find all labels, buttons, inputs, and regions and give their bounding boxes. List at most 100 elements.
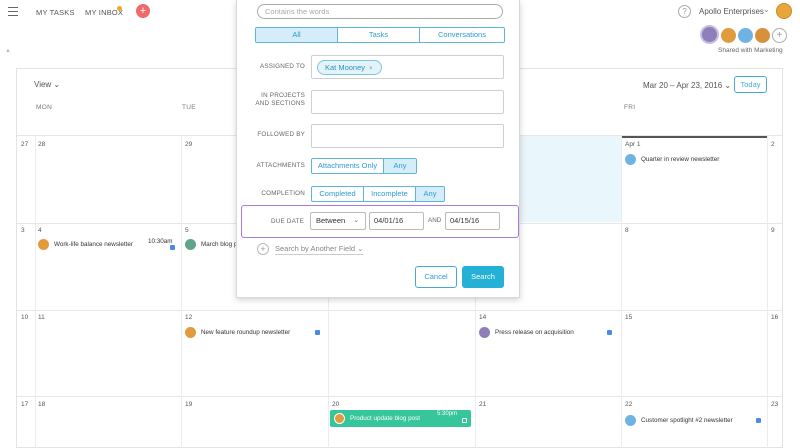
- due-date-label: DUE DATE: [271, 218, 304, 225]
- member-avatar[interactable]: [700, 25, 719, 44]
- tab-tasks[interactable]: Tasks: [338, 28, 420, 42]
- event-checkbox-icon[interactable]: [607, 330, 612, 335]
- tab-conversations[interactable]: Conversations: [420, 28, 504, 42]
- event-title: New feature roundup newsletter: [201, 328, 291, 336]
- calendar-event[interactable]: Customer spotlight #2 newsletter: [625, 413, 733, 427]
- column-divider: [767, 135, 768, 448]
- day-number: Apr 1: [625, 141, 641, 148]
- assigned-to-label: ASSIGNED TO: [259, 63, 305, 70]
- due-date-from-input[interactable]: 04/01/16: [369, 212, 424, 230]
- inbox-notification-dot: [117, 6, 122, 11]
- followed-by-label: FOLLOWED BY: [257, 131, 305, 138]
- member-avatar[interactable]: [755, 28, 770, 43]
- assigned-to-field[interactable]: Kat Mooney ×: [311, 55, 504, 79]
- event-checkbox-icon[interactable]: [756, 418, 761, 423]
- day-header-mon: MON: [36, 104, 53, 111]
- week-number: 10: [21, 314, 29, 321]
- event-assignee-avatar: [185, 326, 196, 338]
- due-date-row: DUE DATE Between ⌄ 04/01/16 AND 04/15/16: [241, 205, 519, 238]
- day-number: 4: [38, 227, 42, 234]
- calendar-event[interactable]: New feature roundup newsletter: [185, 325, 290, 339]
- event-assignee-avatar: [625, 153, 636, 165]
- incomplete-option[interactable]: Incomplete: [364, 187, 416, 201]
- day-number: 23: [771, 401, 779, 408]
- add-field-icon: +: [257, 243, 269, 255]
- collapse-arrow-icon[interactable]: ▲: [5, 48, 11, 54]
- chevron-down-icon[interactable]: ⌄: [763, 5, 770, 14]
- member-avatar[interactable]: [721, 28, 736, 43]
- day-number: 11: [38, 314, 45, 321]
- event-title: Press release on acquisition: [495, 328, 574, 336]
- followed-by-field[interactable]: [311, 124, 504, 148]
- completed-option[interactable]: Completed: [312, 187, 364, 201]
- calendar-event[interactable]: Quarter in review newsletter: [625, 152, 719, 166]
- due-date-to-input[interactable]: 04/15/16: [445, 212, 500, 230]
- column-divider: [621, 135, 622, 448]
- help-button[interactable]: ?: [678, 5, 691, 18]
- event-time: 5:30pm: [436, 411, 457, 417]
- day-number: 2: [771, 141, 775, 148]
- due-date-mode-value: Between: [316, 216, 346, 225]
- week-row: 10 11 12 14 15 16: [17, 310, 782, 396]
- add-member-button[interactable]: +: [772, 28, 787, 43]
- event-title: March blog p: [201, 240, 238, 248]
- column-divider: [35, 135, 36, 448]
- assignee-name: Kat Mooney: [325, 63, 366, 72]
- search-another-field[interactable]: + Search by Another Field ⌄: [257, 243, 364, 255]
- tab-all[interactable]: All: [256, 28, 338, 42]
- projects-field[interactable]: [311, 90, 504, 114]
- day-number: 8: [625, 227, 629, 234]
- event-checkbox-icon[interactable]: [462, 418, 467, 423]
- event-checkbox-icon[interactable]: [315, 330, 320, 335]
- day-number: 21: [479, 401, 487, 408]
- day-number: 12: [185, 314, 193, 321]
- user-avatar[interactable]: [776, 3, 792, 19]
- day-number: 5: [185, 227, 189, 234]
- my-tasks-link[interactable]: MY TASKS: [36, 8, 75, 17]
- completion-any-option[interactable]: Any: [416, 187, 444, 201]
- calendar-event[interactable]: March blog p: [185, 237, 237, 251]
- calendar-event[interactable]: Press release on acquisition: [479, 325, 574, 339]
- event-checkbox-icon[interactable]: [170, 245, 175, 250]
- date-range-picker[interactable]: Mar 20 – Apr 23, 2016 ⌄: [643, 81, 731, 90]
- calendar-event[interactable]: Work-life balance newsletter: [38, 237, 133, 251]
- day-number: 28: [38, 141, 46, 148]
- assignee-token[interactable]: Kat Mooney ×: [317, 60, 382, 75]
- day-number: 22: [625, 401, 633, 408]
- and-label: AND: [428, 217, 442, 224]
- projects-label-line: IN PROJECTS: [261, 92, 305, 99]
- due-date-mode-select[interactable]: Between ⌄: [310, 212, 366, 230]
- contains-words-input[interactable]: Contains the words: [257, 4, 503, 19]
- day-header-fri: FRI: [624, 104, 636, 111]
- attachments-only-option[interactable]: Attachments Only: [312, 159, 384, 173]
- attachments-any-option[interactable]: Any: [384, 159, 416, 173]
- cancel-button[interactable]: Cancel: [415, 266, 457, 288]
- shared-with-label: Shared with Marketing: [718, 47, 783, 54]
- quick-add-button[interactable]: +: [136, 4, 150, 18]
- today-button[interactable]: Today: [734, 76, 767, 93]
- event-title: Product update blog post: [350, 415, 421, 422]
- week-number: 3: [21, 227, 25, 234]
- event-title: Work-life balance newsletter: [54, 240, 133, 248]
- attachments-label: ATTACHMENTS: [256, 162, 305, 169]
- event-assignee-avatar: [625, 414, 636, 426]
- day-number: 14: [479, 314, 487, 321]
- event-assignee-avatar: [334, 413, 345, 424]
- menu-icon[interactable]: [8, 7, 18, 16]
- week-number: 17: [21, 401, 29, 408]
- member-avatar[interactable]: [738, 28, 753, 43]
- view-dropdown[interactable]: View ⌄: [34, 80, 60, 89]
- event-title: Quarter in review newsletter: [641, 155, 720, 163]
- search-button[interactable]: Search: [462, 266, 504, 288]
- organization-name[interactable]: Apollo Enterprises: [699, 7, 764, 16]
- day-number: 29: [185, 141, 193, 148]
- event-time: 10:30am: [148, 238, 173, 245]
- search-another-field-label: Search by Another Field ⌄: [275, 243, 364, 255]
- scope-tabs: All Tasks Conversations: [255, 27, 505, 43]
- calendar-event-highlighted[interactable]: Product update blog post 5:30pm: [330, 410, 471, 427]
- chevron-down-icon: ⌄: [353, 217, 359, 224]
- projects-label-line: AND SECTIONS: [255, 100, 305, 107]
- completion-label: COMPLETION: [261, 190, 305, 197]
- remove-token-icon[interactable]: ×: [369, 66, 373, 72]
- day-number: 18: [38, 401, 46, 408]
